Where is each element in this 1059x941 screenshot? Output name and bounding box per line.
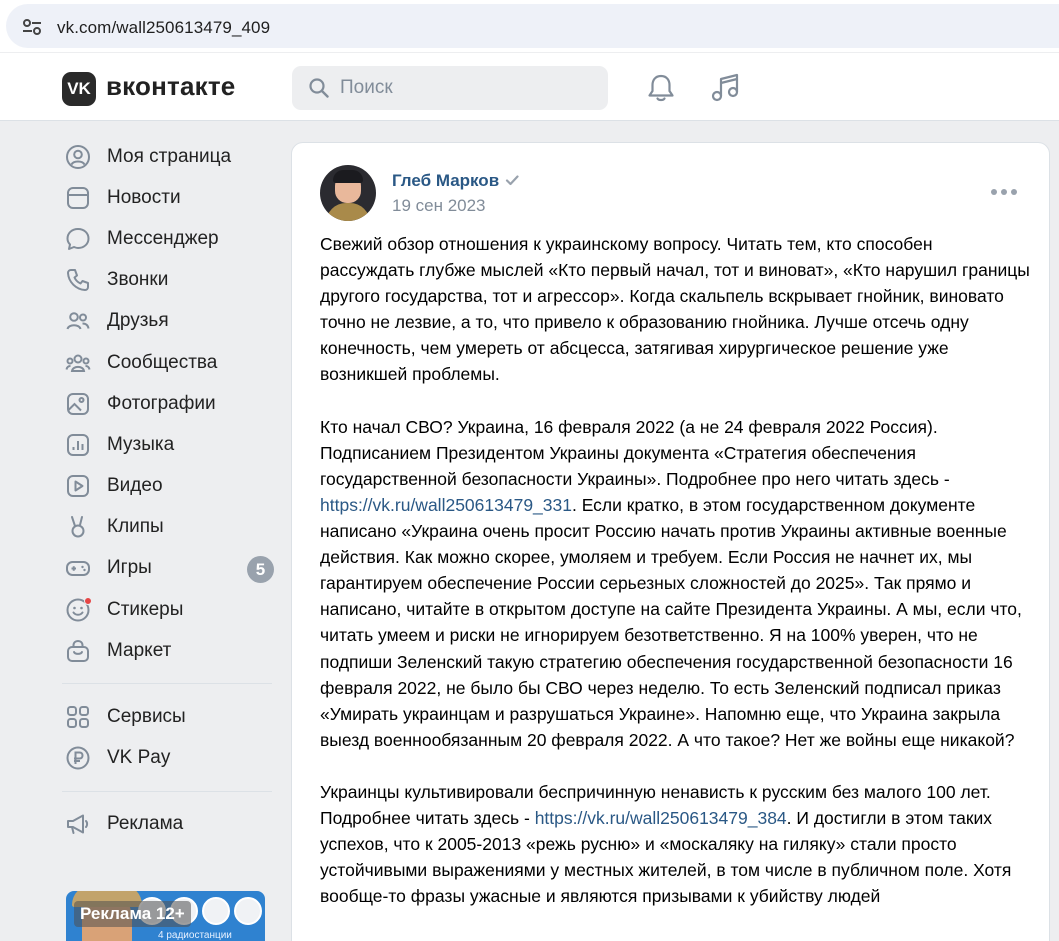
sidebar-item-label: Моя страница xyxy=(107,145,232,167)
sidebar-item-clips[interactable]: Клипы xyxy=(62,507,274,548)
video-icon xyxy=(67,475,89,498)
sidebar-item-friends[interactable]: Друзья xyxy=(62,301,274,342)
user-circle-icon xyxy=(66,144,90,169)
music-icon[interactable] xyxy=(709,71,743,105)
post-text-span: Свежий обзор отношения к украинскому воп… xyxy=(320,234,1030,385)
market-bag-icon xyxy=(67,639,89,662)
post-link[interactable]: https://vk.ru/wall250613479_384 xyxy=(535,808,787,828)
sidebar-item-news[interactable]: Новости xyxy=(62,177,274,218)
post-link[interactable]: https://vk.ru/wall250613479_331 xyxy=(320,495,572,515)
vk-logo[interactable]: VK xyxy=(62,72,96,106)
services-grid-icon xyxy=(67,706,89,729)
post-date[interactable]: 19 сен 2023 xyxy=(392,196,486,216)
games-count-badge: 5 xyxy=(247,555,274,583)
more-options-icon[interactable] xyxy=(989,187,1019,197)
radio-logo xyxy=(202,897,230,925)
sidebar-item-label: Музыка xyxy=(107,433,175,455)
ad-caption: 4 радиостанции xyxy=(158,930,232,941)
ad-label: Реклама 12+ xyxy=(74,901,191,927)
gamepad-icon xyxy=(66,561,90,577)
sidebar-item-my-page[interactable]: Моя страница xyxy=(62,136,274,177)
sidebar-item-label: Друзья xyxy=(107,310,169,332)
browser-address-bar: vk.com/wall250613479_409 xyxy=(0,0,1059,52)
verified-check-icon xyxy=(505,175,519,186)
sidebar-item-vkpay[interactable]: VK Pay xyxy=(62,738,274,779)
sidebar-item-label: Стикеры xyxy=(107,598,184,620)
megaphone-icon xyxy=(67,814,89,835)
sidebar-item-photos[interactable]: Фотографии xyxy=(62,383,274,424)
photo-icon xyxy=(67,392,89,415)
sidebar-item-label: Реклама xyxy=(107,813,184,835)
sidebar-item-communities[interactable]: Сообщества xyxy=(62,342,274,383)
avatar-hair xyxy=(333,170,363,183)
communities-icon xyxy=(65,354,91,372)
sidebar-item-label: Сервисы xyxy=(107,706,186,728)
sidebar-item-label: VK Pay xyxy=(107,747,171,769)
bell-icon[interactable] xyxy=(644,71,678,105)
address-field[interactable]: vk.com/wall250613479_409 xyxy=(6,4,1059,48)
sidebar-item-market[interactable]: Маркет xyxy=(62,630,274,671)
post-paragraph: Украинцы культивировали беспричинную нен… xyxy=(320,779,1030,909)
sidebar-item-label: Фотографии xyxy=(107,392,216,414)
sidebar-item-music[interactable]: Музыка xyxy=(62,424,274,465)
sidebar-item-services[interactable]: Сервисы xyxy=(62,696,274,737)
search-input[interactable] xyxy=(340,66,590,110)
post-text-span: . Если кратко, в этом государственном до… xyxy=(320,494,1022,750)
phone-icon xyxy=(67,269,89,292)
sidebar-item-label: Сообщества xyxy=(107,351,218,373)
sidebar-item-label: Маркет xyxy=(107,639,172,661)
vkpay-icon xyxy=(66,746,90,770)
friends-icon xyxy=(66,312,90,330)
sidebar-item-messenger[interactable]: Мессенджер xyxy=(62,218,274,259)
post-author-name[interactable]: Глеб Марков xyxy=(392,171,499,191)
clips-icon xyxy=(71,516,85,538)
radio-logo xyxy=(234,897,262,925)
search-icon xyxy=(309,78,329,98)
sidebar-item-label: Игры xyxy=(107,557,152,579)
post-paragraph: Кто начал СВО? Украина, 16 февраля 2022 … xyxy=(320,414,1030,753)
search-box[interactable] xyxy=(292,66,608,110)
wall-post: Глеб Марков 19 сен 2023 Свежий обзор отн… xyxy=(291,142,1050,941)
author-avatar[interactable] xyxy=(320,165,376,221)
music-chart-icon xyxy=(67,433,89,456)
address-url[interactable]: vk.com/wall250613479_409 xyxy=(57,18,270,38)
site-header: VK вконтакте xyxy=(0,53,1059,121)
site-settings-icon[interactable] xyxy=(22,18,42,36)
sidebar-item-ads[interactable]: Реклама xyxy=(62,804,274,845)
message-icon xyxy=(66,227,90,250)
newsfeed-icon xyxy=(67,186,89,209)
sidebar-item-label: Звонки xyxy=(107,269,169,291)
vk-brand-name[interactable]: вконтакте xyxy=(106,71,235,102)
avatar-body xyxy=(326,203,370,221)
sidebar-divider xyxy=(62,683,272,685)
sidebar-divider xyxy=(62,790,272,792)
sidebar-ad-banner[interactable]: Реклама 12+ 4 радиостанции xyxy=(66,891,265,941)
sidebar-item-calls[interactable]: Звонки xyxy=(62,260,274,301)
post-text: Свежий обзор отношения к украинскому воп… xyxy=(320,231,1030,936)
sidebar-item-video[interactable]: Видео xyxy=(62,466,274,507)
sidebar-item-label: Клипы xyxy=(107,516,164,538)
post-paragraph: Свежий обзор отношения к украинскому воп… xyxy=(320,231,1030,388)
sidebar-item-label: Мессенджер xyxy=(107,227,219,249)
sidebar-item-label: Видео xyxy=(107,475,163,497)
sidebar-item-games[interactable]: Игры 5 xyxy=(62,548,274,589)
sidebar-item-label: Новости xyxy=(107,186,181,208)
notification-dot xyxy=(84,597,92,606)
left-sidebar: Моя страница Новости Мессенджер Звонки Д… xyxy=(62,136,274,845)
sidebar-item-stickers[interactable]: Стикеры xyxy=(62,589,274,630)
post-text-span: Кто начал СВО? Украина, 16 февраля 2022 … xyxy=(320,416,950,489)
